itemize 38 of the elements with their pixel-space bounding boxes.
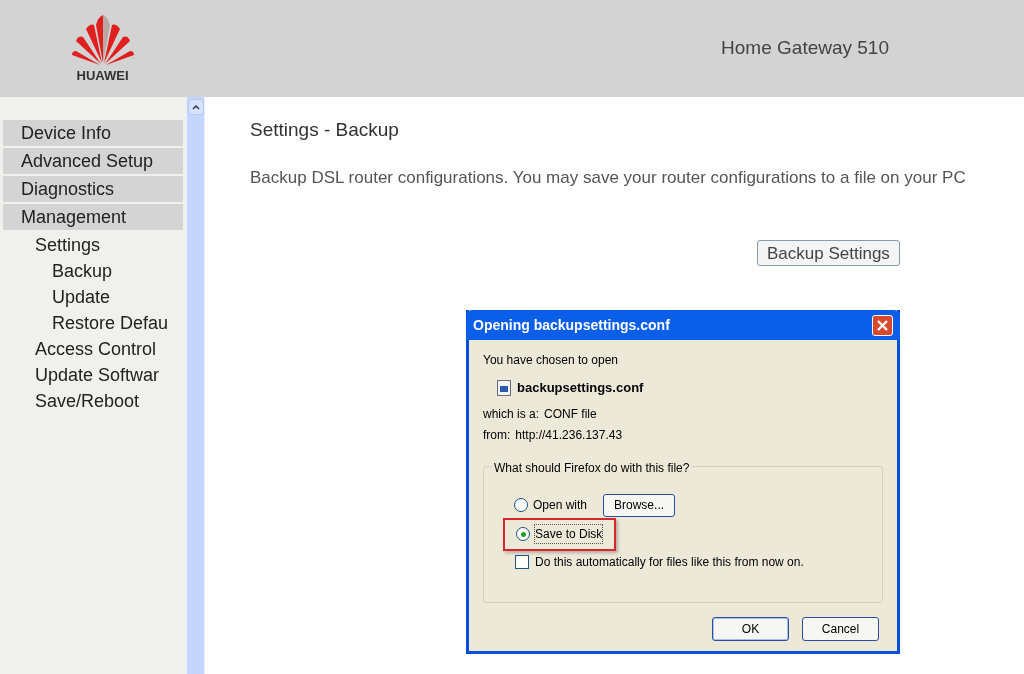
checkbox-label: Do this automatically for files like this from now on. (535, 553, 804, 571)
from-value: http://41.236.137.43 (515, 426, 623, 444)
radio-button[interactable] (516, 527, 530, 541)
menu-item[interactable]: Access Control (0, 336, 186, 362)
close-icon (877, 319, 888, 331)
file-name: backupsettings.conf (517, 379, 644, 397)
from-label: from: (483, 426, 511, 444)
product-name: Home Gateway 510 (721, 36, 889, 61)
radio-button[interactable] (514, 498, 528, 512)
type-value: CONF file (544, 405, 597, 423)
cancel-button[interactable]: Cancel (802, 616, 879, 641)
type-label: which is a: (483, 405, 540, 423)
browse-button[interactable]: Browse... (603, 493, 676, 517)
radio-option[interactable]: Open with (514, 496, 588, 514)
ok-button[interactable]: OK (712, 616, 789, 641)
page-title: Settings - Backup (250, 118, 400, 142)
menu-item[interactable]: Management (3, 204, 183, 230)
menu-item[interactable]: Device Info (3, 120, 183, 146)
close-button[interactable] (872, 314, 893, 336)
menu-item[interactable]: Backup (0, 258, 186, 284)
scrollbar[interactable] (186, 97, 205, 674)
file-icon (497, 379, 511, 396)
dialog-title: Opening backupsettings.conf (473, 315, 671, 335)
radio-option[interactable]: Save to Disk (503, 517, 617, 551)
brand-name: HUAWEI (76, 69, 129, 82)
menu-item[interactable]: Update Softwar (0, 362, 186, 388)
description: Backup DSL router configurations. You may save your router configurations to a file on your PC (250, 166, 967, 189)
menu-item[interactable]: Update (0, 284, 186, 310)
menu-item[interactable]: Save/Reboot (0, 388, 186, 414)
menu-item[interactable]: Settings (0, 232, 186, 258)
scroll-up-button[interactable] (187, 99, 204, 115)
backup-settings-button[interactable]: Backup Settings (757, 240, 900, 266)
menu-item[interactable]: Advanced Setup (3, 148, 183, 174)
intro-text: You have chosen to open (483, 352, 619, 369)
menu-item[interactable]: Restore Defau (0, 310, 186, 336)
checkbox[interactable] (515, 554, 529, 569)
menu-item[interactable]: Diagnostics (3, 176, 183, 202)
caret-icon (191, 104, 200, 110)
